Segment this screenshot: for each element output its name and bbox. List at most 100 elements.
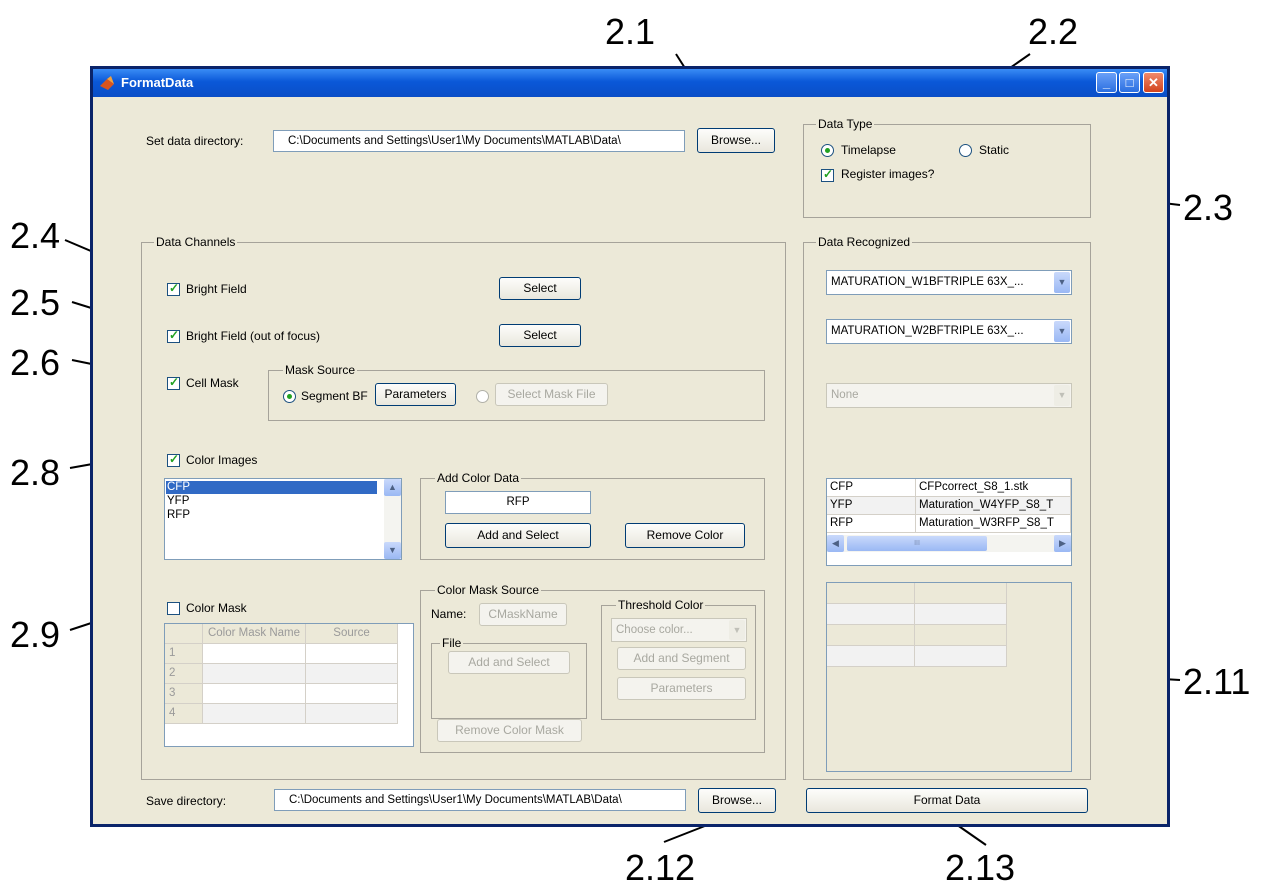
static-radio[interactable] — [959, 144, 972, 157]
bright-field-file-value: MATURATION_W1BFTRIPLE 63X_... — [831, 276, 1024, 288]
check-mark-icon: ✓ — [823, 167, 834, 181]
check-mark-icon: ✓ — [169, 452, 180, 466]
bright-field-oof-select-button[interactable]: Select — [499, 324, 581, 347]
title-bar[interactable]: FormatData _ □ ✕ — [93, 69, 1167, 97]
cell-mask-checkbox[interactable]: ✓ — [167, 375, 180, 390]
color-name-field[interactable]: RFP — [445, 491, 591, 514]
add-color-data-title: Add Color Data — [435, 471, 522, 485]
save-browse-button[interactable]: Browse... — [698, 788, 776, 813]
table-cell — [827, 625, 915, 646]
threshold-parameters-button[interactable]: Parameters — [617, 677, 746, 700]
callout-2-6: 2.6 — [10, 342, 61, 383]
callout-2-1: 2.1 — [605, 11, 656, 52]
scroll-down-icon[interactable]: ▼ — [384, 542, 401, 559]
table-cell[interactable] — [203, 684, 306, 704]
table-cell-channel: CFP — [827, 479, 916, 497]
table-cell[interactable] — [203, 664, 306, 684]
scroll-right-icon[interactable]: ▶ — [1054, 535, 1071, 552]
table-cell — [827, 604, 915, 625]
scroll-up-icon[interactable]: ▲ — [384, 479, 401, 496]
mask-preview-table[interactable] — [826, 582, 1072, 772]
table-cell[interactable] — [306, 644, 398, 664]
file-group: File Add and Select — [431, 636, 587, 719]
check-mark-icon: ✓ — [169, 281, 180, 295]
table-cell[interactable] — [203, 704, 306, 724]
add-and-segment-button[interactable]: Add and Segment — [617, 647, 746, 670]
table-cell[interactable] — [306, 684, 398, 704]
remove-color-mask-button[interactable]: Remove Color Mask — [437, 719, 582, 742]
table-row-number: 4 — [165, 704, 203, 724]
scroll-thumb[interactable]: III — [847, 536, 987, 551]
bright-field-oof-file-value: MATURATION_W2BFTRIPLE 63X_... — [831, 325, 1024, 337]
timelapse-radio[interactable] — [821, 144, 834, 157]
table-row-number: 3 — [165, 684, 203, 704]
bright-field-file-dropdown[interactable]: MATURATION_W1BFTRIPLE 63X_... ▼ — [826, 270, 1072, 295]
segment-parameters-button[interactable]: Parameters — [375, 383, 456, 406]
list-item-rfp[interactable]: RFP — [166, 509, 377, 522]
file-title: File — [440, 636, 464, 650]
table-cell — [915, 583, 1007, 604]
color-mask-table[interactable]: Color Mask Name Source 1 2 3 4 — [164, 623, 414, 747]
color-mask-source-title: Color Mask Source — [435, 583, 542, 597]
data-channels-group: Data Channels ✓ Bright Field Select ✓ Br… — [141, 235, 786, 780]
data-recognized-title: Data Recognized — [816, 235, 913, 249]
callout-2-8: 2.8 — [10, 452, 61, 493]
select-mask-file-button[interactable]: Select Mask File — [495, 383, 608, 406]
table-cell[interactable] — [203, 644, 306, 664]
maximize-button[interactable]: □ — [1119, 72, 1140, 93]
callout-2-11: 2.11 — [1183, 661, 1251, 702]
table-cell-file: Maturation_W3RFP_S8_T — [916, 515, 1071, 533]
table-cell — [915, 646, 1007, 667]
select-mask-file-radio[interactable] — [476, 390, 489, 403]
table-corner — [165, 624, 203, 644]
register-images-checkbox[interactable]: ✓ — [821, 167, 834, 182]
matlab-logo-icon — [100, 76, 114, 90]
color-images-list[interactable]: CFP YFP RFP ▲ ▼ — [164, 478, 402, 560]
list-item-yfp[interactable]: YFP — [166, 495, 377, 508]
callout-2-12: 2.12 — [625, 847, 696, 888]
scroll-left-icon[interactable]: ◀ — [827, 535, 844, 552]
bright-field-oof-checkbox[interactable]: ✓ — [167, 328, 180, 343]
mask-source-title: Mask Source — [283, 363, 358, 377]
color-mask-checkbox[interactable] — [167, 602, 180, 615]
check-mark-icon: ✓ — [169, 375, 180, 389]
data-type-title: Data Type — [816, 117, 875, 131]
table-cell-file: Maturation_W4YFP_S8_T — [916, 497, 1071, 515]
data-recognized-group: Data Recognized MATURATION_W1BFTRIPLE 63… — [803, 235, 1091, 780]
color-images-checkbox[interactable]: ✓ — [167, 452, 180, 467]
mask-file-value: None — [831, 389, 859, 401]
check-mark-icon: ✓ — [169, 328, 180, 342]
table-cell[interactable] — [306, 664, 398, 684]
list-item-cfp[interactable]: CFP — [166, 481, 377, 494]
add-and-select-color-button[interactable]: Add and Select — [445, 523, 591, 548]
bright-field-checkbox[interactable]: ✓ — [167, 281, 180, 296]
save-directory-field[interactable]: C:\Documents and Settings\User1\My Docum… — [274, 789, 686, 811]
color-files-table[interactable]: CFP CFPcorrect_S8_1.stk YFP Maturation_W… — [826, 478, 1072, 566]
remove-color-button[interactable]: Remove Color — [625, 523, 745, 548]
mask-file-dropdown[interactable]: None ▼ — [826, 383, 1072, 408]
threshold-color-group: Threshold Color Choose color... ▼ Add an… — [601, 598, 756, 720]
callout-2-5: 2.5 — [10, 282, 61, 323]
callout-2-3: 2.3 — [1183, 187, 1234, 228]
list-scrollbar[interactable]: ▲ ▼ — [384, 479, 401, 559]
data-directory-field[interactable]: C:\Documents and Settings\User1\My Docum… — [273, 130, 685, 152]
threshold-color-title: Threshold Color — [616, 598, 706, 612]
bright-field-select-button[interactable]: Select — [499, 277, 581, 300]
static-label: Static — [979, 143, 1010, 157]
choose-color-dropdown[interactable]: Choose color... ▼ — [611, 618, 747, 642]
data-browse-button[interactable]: Browse... — [697, 128, 775, 153]
file-add-and-select-button[interactable]: Add and Select — [448, 651, 570, 674]
table-cell[interactable] — [306, 704, 398, 724]
cell-mask-label: Cell Mask — [186, 376, 239, 390]
close-button[interactable]: ✕ — [1143, 72, 1164, 93]
chevron-down-icon: ▼ — [1054, 385, 1070, 406]
minimize-button[interactable]: _ — [1096, 72, 1117, 93]
segment-bf-radio[interactable] — [283, 390, 296, 403]
radio-dot-icon — [825, 148, 830, 153]
window-content: Set data directory: C:\Documents and Set… — [93, 97, 1167, 824]
table-hscrollbar[interactable]: ◀ III ▶ — [827, 535, 1071, 552]
mask-name-label: Name: — [431, 607, 467, 621]
mask-name-field[interactable]: CMaskName — [479, 603, 567, 626]
bright-field-oof-file-dropdown[interactable]: MATURATION_W2BFTRIPLE 63X_... ▼ — [826, 319, 1072, 344]
format-data-button[interactable]: Format Data — [806, 788, 1088, 813]
